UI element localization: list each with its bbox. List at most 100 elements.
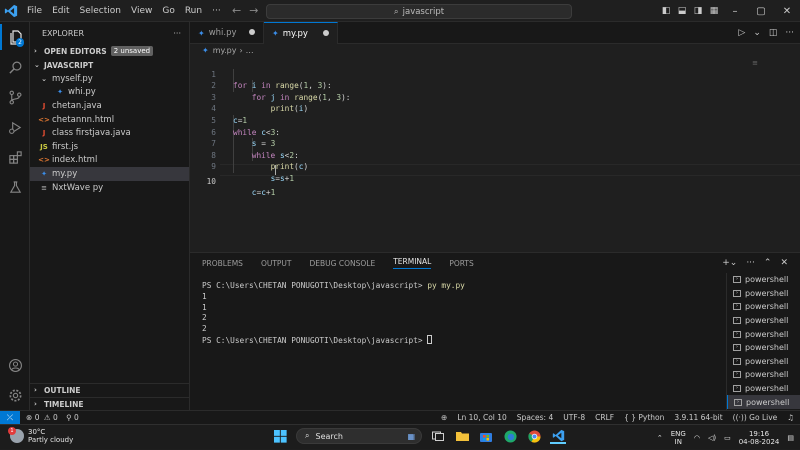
breadcrumb-symbols[interactable]: … xyxy=(246,46,254,55)
code-editor[interactable]: ≡ 1 for i in range(1, 3): 2 for j in ran… xyxy=(190,57,800,252)
tree-item[interactable]: ⌄ myself.py xyxy=(30,72,189,86)
wifi-icon[interactable]: ◠ xyxy=(694,434,700,442)
search-icon[interactable] xyxy=(0,54,30,80)
timeline-section[interactable]: › TIMELINE xyxy=(30,397,190,410)
more-actions-icon[interactable]: ··· xyxy=(746,258,755,268)
chevron-down-icon[interactable]: ⌄ xyxy=(753,28,761,38)
file-explorer-icon[interactable] xyxy=(454,428,470,444)
tab-debug-console[interactable]: DEBUG CONSOLE xyxy=(310,259,376,268)
menu-go[interactable]: Go xyxy=(157,0,179,22)
notifications-bell-icon[interactable]: ♫ xyxy=(787,411,794,424)
terminal-list-item[interactable]: › powershell xyxy=(727,341,800,355)
tree-item[interactable]: <> chetannn.html xyxy=(30,113,189,127)
tree-item[interactable]: ≡ NxtWave py xyxy=(30,181,189,195)
edge-icon[interactable] xyxy=(502,428,518,444)
forward-arrow-icon[interactable]: → xyxy=(249,4,258,17)
minimize-icon[interactable]: – xyxy=(722,6,748,17)
split-editor-icon[interactable]: ◫ xyxy=(769,28,778,38)
indentation[interactable]: Spaces: 4 xyxy=(517,411,553,424)
go-live-button[interactable]: ((·)) Go Live xyxy=(733,411,778,424)
terminal-name: powershell xyxy=(745,288,789,298)
terminal-list-item[interactable]: › powershell xyxy=(727,355,800,369)
terminal-list-item[interactable]: › powershell xyxy=(727,327,800,341)
tree-item[interactable]: Jclass firstjava.java xyxy=(30,126,189,140)
more-actions-icon[interactable]: ··· xyxy=(785,28,794,38)
unsaved-dot-icon[interactable] xyxy=(323,30,329,36)
menu-selection[interactable]: Selection xyxy=(75,0,126,22)
menu-view[interactable]: View xyxy=(126,0,157,22)
tree-item[interactable]: ✦ my.py xyxy=(30,167,189,181)
terminal-list-item[interactable]: › powershell xyxy=(727,368,800,382)
cursor-position[interactable]: Ln 10, Col 10 xyxy=(457,411,506,424)
notification-icon[interactable]: ▤ xyxy=(787,434,794,442)
run-file-icon[interactable]: ▷ xyxy=(738,28,745,38)
menu-edit[interactable]: Edit xyxy=(47,0,74,22)
python-interpreter[interactable]: 3.9.11 64-bit xyxy=(674,411,722,424)
chrome-icon[interactable] xyxy=(526,428,542,444)
input-language[interactable]: ENG IN xyxy=(671,430,686,446)
line-ending[interactable]: CRLF xyxy=(595,411,614,424)
open-editors-section[interactable]: › OPEN EDITORS 2 unsaved xyxy=(30,44,189,58)
source-control-icon[interactable] xyxy=(0,84,30,110)
menu-file[interactable]: File xyxy=(22,0,47,22)
tab-problems[interactable]: PROBLEMS xyxy=(202,259,243,268)
language-mode[interactable]: { } Python xyxy=(624,411,664,424)
tree-item[interactable]: JS first.js xyxy=(30,140,189,154)
tree-item[interactable]: Jchetan.java xyxy=(30,99,189,113)
more-actions-icon[interactable]: ··· xyxy=(173,29,181,38)
taskbar-search[interactable]: ⌕ Search ▦ xyxy=(296,428,422,444)
terminal-output[interactable]: PS C:\Users\CHETAN PONUGOTI\Desktop\java… xyxy=(202,281,465,347)
folder-section[interactable]: ⌄ JAVASCRIPT xyxy=(30,58,189,72)
manage-gear-icon[interactable] xyxy=(0,382,30,408)
maximize-icon[interactable]: ▢ xyxy=(748,6,774,17)
weather-widget[interactable]: 1 30°C Partly cloudy xyxy=(8,427,73,444)
terminal-list-item[interactable]: › powershell xyxy=(727,382,800,396)
status-left[interactable]: ⊗ 0 ⚠ 0 ⚲ 0 xyxy=(26,411,79,424)
windows-start-icon[interactable] xyxy=(272,428,288,444)
toggle-panel-icon[interactable]: ⬓ xyxy=(674,6,690,16)
zoom-icon[interactable]: ⊕ xyxy=(441,411,447,424)
breadcrumb-file[interactable]: my.py xyxy=(213,46,237,55)
explorer-icon[interactable]: 2 xyxy=(0,24,30,50)
terminal-list-item[interactable]: › powershell xyxy=(727,300,800,314)
tab-terminal[interactable]: TERMINAL xyxy=(393,257,432,269)
toggle-sidebar-icon[interactable]: ◧ xyxy=(658,6,674,16)
terminal-list-item[interactable]: › powershell xyxy=(727,273,800,287)
close-panel-icon[interactable]: ✕ xyxy=(780,258,788,268)
terminal-list-item[interactable]: › powershell xyxy=(727,287,800,301)
battery-icon[interactable]: ▭ xyxy=(724,434,731,442)
tab-whi-py[interactable]: ✦ whi.py xyxy=(190,22,264,44)
clock-date: 04-08-2024 xyxy=(738,437,780,446)
tree-item[interactable]: <> index.html xyxy=(30,154,189,168)
tab-output[interactable]: OUTPUT xyxy=(261,259,292,268)
extensions-icon[interactable] xyxy=(0,144,30,170)
unsaved-dot-icon[interactable] xyxy=(249,29,255,35)
command-center-search[interactable]: ⌕ javascript xyxy=(266,4,572,19)
terminal-list-item[interactable]: › powershell xyxy=(727,395,800,409)
terminal-name: powershell xyxy=(745,275,789,285)
clock[interactable]: 19:16 04-08-2024 xyxy=(739,430,780,446)
run-debug-icon[interactable] xyxy=(0,114,30,140)
tree-item[interactable]: ✦ whi.py xyxy=(30,86,189,100)
toggle-secondary-sidebar-icon[interactable]: ◨ xyxy=(690,6,706,16)
volume-icon[interactable]: ◁) xyxy=(708,434,716,442)
remote-indicator-icon[interactable]: ⤫ xyxy=(0,411,20,425)
back-arrow-icon[interactable]: ← xyxy=(232,4,241,17)
chevron-up-icon[interactable]: ⌃ xyxy=(764,258,772,268)
chevron-up-icon[interactable]: ⌃ xyxy=(657,434,663,442)
tab-my-py[interactable]: ✦ my.py xyxy=(264,22,338,44)
testing-flask-icon[interactable] xyxy=(0,174,30,200)
tab-ports[interactable]: PORTS xyxy=(449,259,473,268)
new-terminal-plus-icon[interactable]: +⌄ xyxy=(722,258,737,268)
store-icon[interactable] xyxy=(478,428,494,444)
customize-layout-icon[interactable]: ▦ xyxy=(706,6,722,16)
account-icon[interactable] xyxy=(0,352,30,378)
close-icon[interactable]: ✕ xyxy=(774,6,800,17)
menu-run[interactable]: Run xyxy=(180,0,207,22)
encoding[interactable]: UTF-8 xyxy=(563,411,585,424)
outline-section[interactable]: › OUTLINE xyxy=(30,383,190,396)
terminal-list-item[interactable]: › powershell xyxy=(727,314,800,328)
vscode-taskbar-icon[interactable] xyxy=(550,428,566,444)
menu-more[interactable]: ··· xyxy=(207,0,226,22)
task-view-icon[interactable] xyxy=(430,428,446,444)
